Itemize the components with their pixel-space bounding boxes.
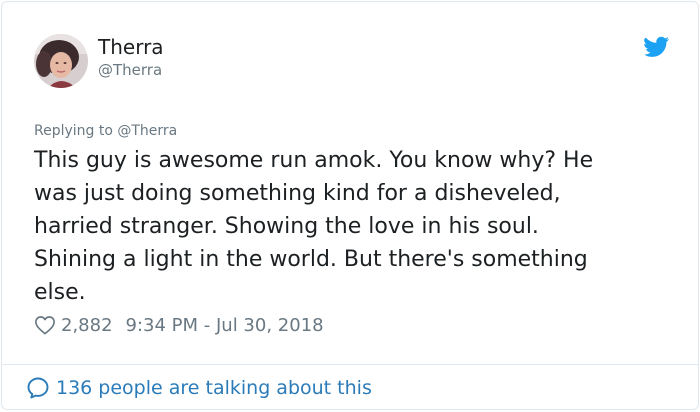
tweet-text-line: else. bbox=[34, 280, 86, 305]
replying-to-label[interactable]: Replying to @Therra bbox=[34, 122, 177, 140]
conversation-link[interactable]: 136 people are talking about this bbox=[26, 375, 372, 401]
tweet-text-line: This guy is awesome run amok. You know w… bbox=[34, 148, 594, 173]
tweet-header: Therra @Therra bbox=[2, 2, 698, 102]
like-button[interactable]: 2,882 bbox=[34, 315, 126, 336]
talking-about-label: 136 people are talking about this bbox=[56, 377, 372, 399]
tweet-text-line: harried stranger. Showing the love in hi… bbox=[34, 214, 539, 239]
avatar-photo bbox=[34, 34, 88, 88]
display-name[interactable]: Therra bbox=[98, 35, 164, 59]
like-count: 2,882 bbox=[61, 314, 113, 336]
tweet-meta: 2,882 9:34 PM - Jul 30, 2018 bbox=[34, 313, 324, 337]
tweet-card: Therra @Therra Replying to @Therra This … bbox=[1, 1, 699, 410]
timestamp[interactable]: 9:34 PM - Jul 30, 2018 bbox=[126, 315, 324, 336]
handle[interactable]: @Therra bbox=[98, 60, 162, 80]
heart-icon bbox=[35, 316, 55, 335]
divider bbox=[2, 364, 698, 365]
tweet-text: This guy is awesome run amok. You know w… bbox=[34, 144, 674, 309]
twitter-bird-icon[interactable] bbox=[644, 36, 669, 58]
tweet-text-line: Shining a light in the world. But there'… bbox=[34, 247, 588, 272]
tweet-text-line: was just doing something kind for a dish… bbox=[34, 181, 561, 206]
avatar[interactable] bbox=[34, 34, 88, 88]
speech-bubble-icon bbox=[27, 377, 49, 399]
